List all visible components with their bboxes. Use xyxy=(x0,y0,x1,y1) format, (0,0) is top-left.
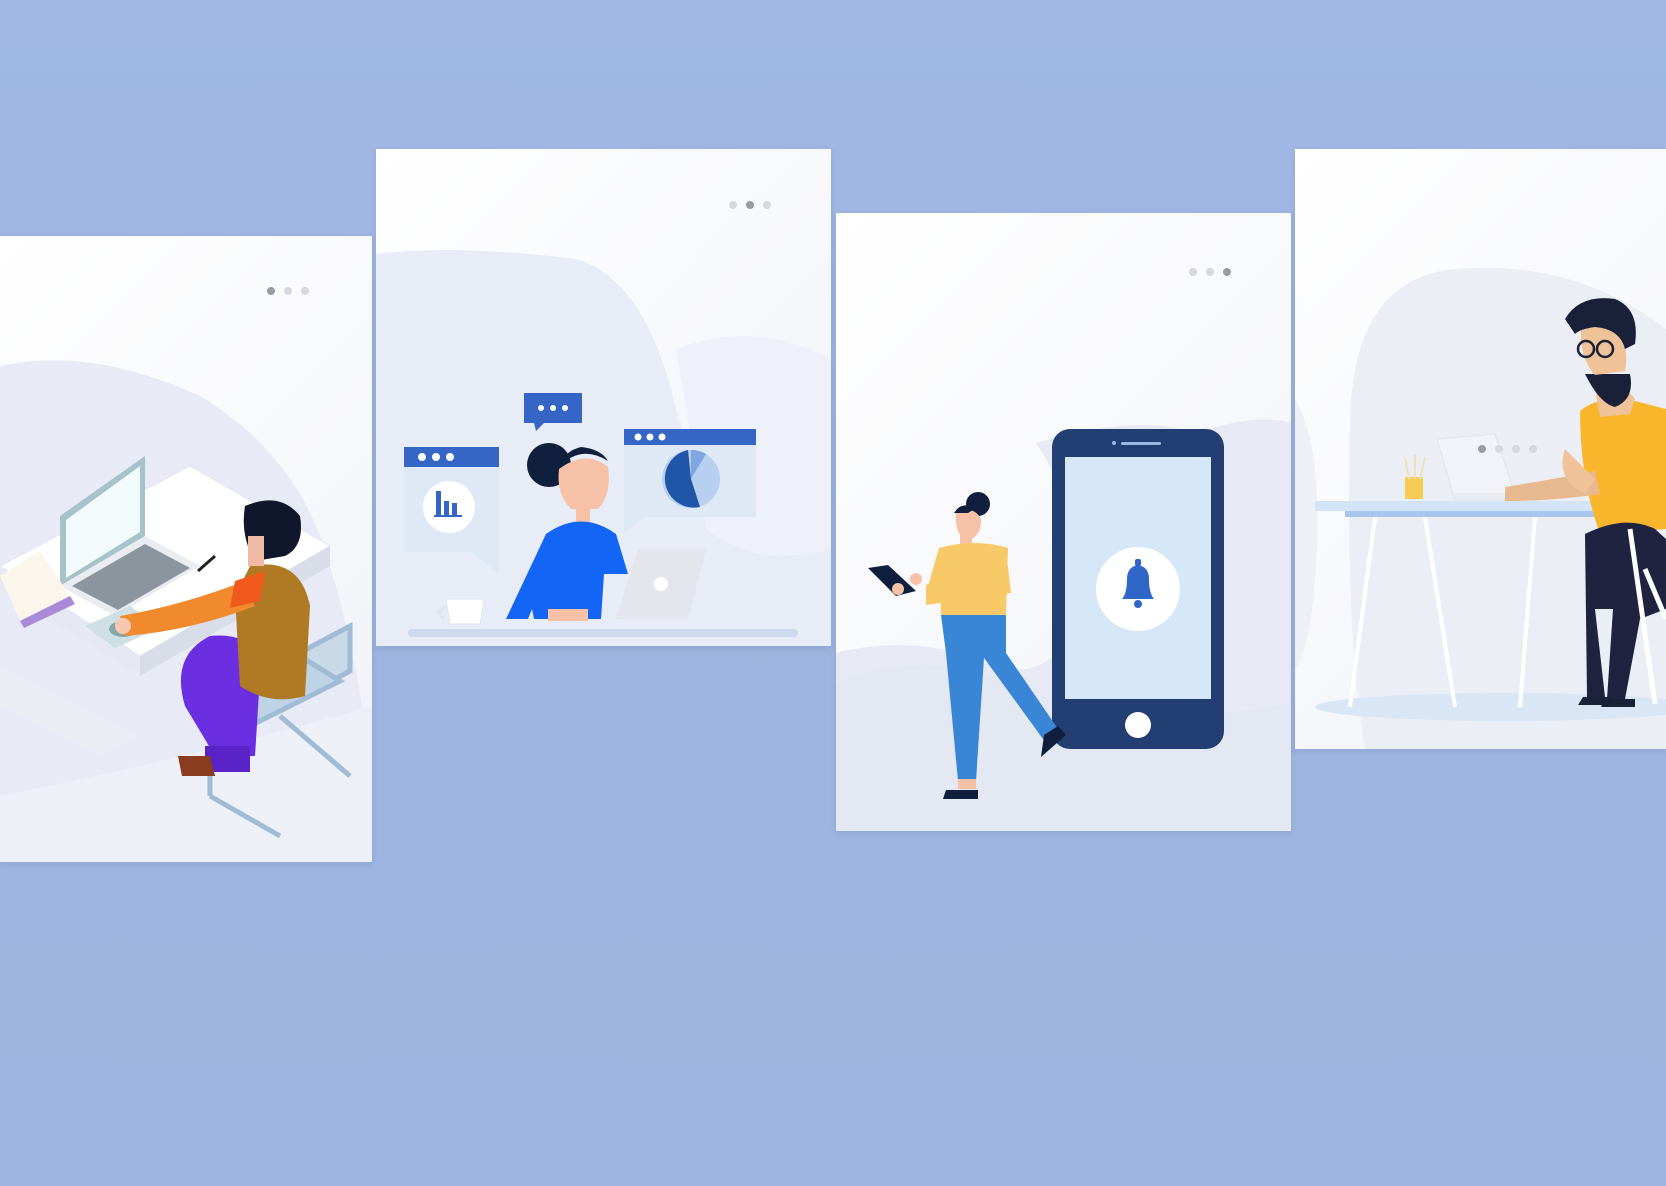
tablet-icon xyxy=(868,565,916,596)
onboarding-card-desk-worker xyxy=(0,236,372,862)
pagination-dots xyxy=(1478,445,1537,453)
desk-worker-illustration xyxy=(0,360,372,862)
onboarding-card-developer xyxy=(1295,149,1666,749)
pagination-dots xyxy=(267,287,309,295)
pagination-dot[interactable] xyxy=(1495,445,1503,453)
pagination-dot[interactable] xyxy=(1206,268,1214,276)
pagination-dots xyxy=(1189,268,1231,276)
pagination-dot[interactable] xyxy=(729,201,737,209)
onboarding-card-dashboard xyxy=(376,149,831,646)
pagination-dot[interactable] xyxy=(1189,268,1197,276)
pagination-dot[interactable] xyxy=(1478,445,1486,453)
notification-illustration xyxy=(836,419,1291,831)
pagination-dot[interactable] xyxy=(1529,445,1537,453)
dashboard-illustration xyxy=(376,250,831,646)
pagination-dot[interactable] xyxy=(284,287,292,295)
onboarding-card-notification xyxy=(836,213,1291,831)
pagination-dot[interactable] xyxy=(267,287,275,295)
pagination-dots xyxy=(729,201,771,209)
pagination-dot[interactable] xyxy=(1512,445,1520,453)
pie-chart-icon xyxy=(662,449,720,508)
pagination-dot[interactable] xyxy=(301,287,309,295)
pagination-dot[interactable] xyxy=(763,201,771,209)
pagination-dot[interactable] xyxy=(1223,268,1231,276)
smartphone-icon xyxy=(1052,429,1224,749)
pagination-dot[interactable] xyxy=(746,201,754,209)
